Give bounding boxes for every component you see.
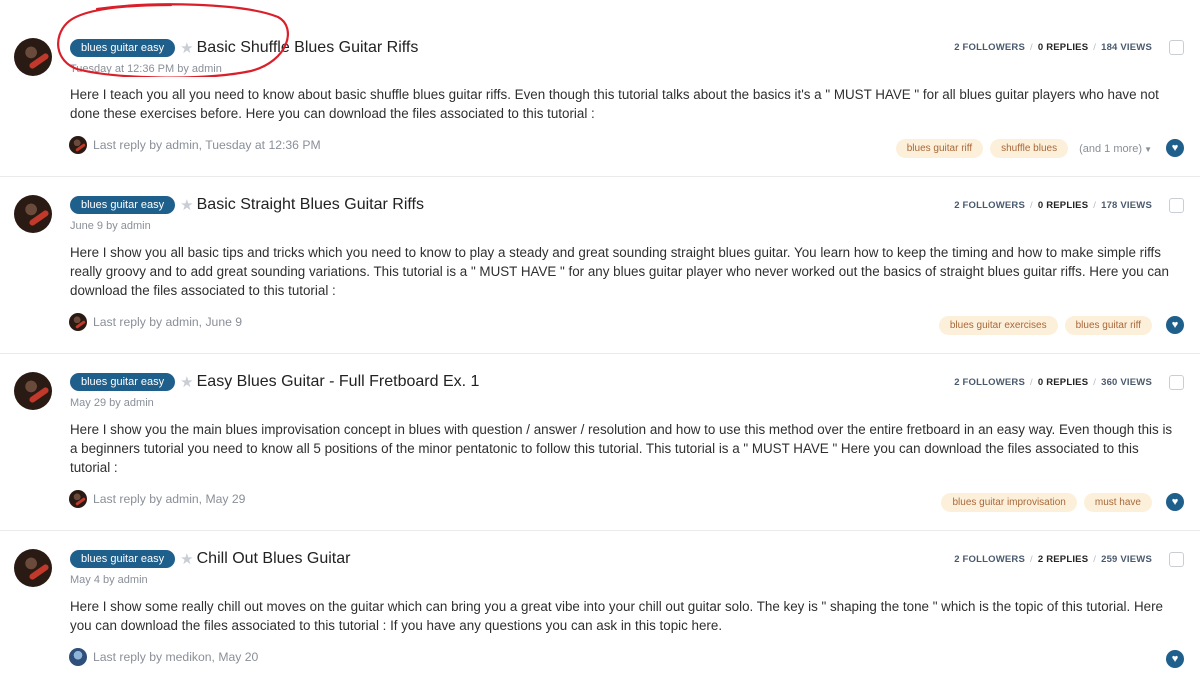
last-reply-text: Last reply by admin, Tuesday at 12:36 PM: [93, 138, 321, 152]
views-count: 259 VIEWS: [1101, 554, 1152, 565]
tag[interactable]: blues guitar exercises: [938, 316, 1058, 335]
select-checkbox[interactable]: [1169, 40, 1184, 55]
last-reply-text: Last reply by medikon, May 20: [93, 650, 259, 664]
tag-list: blues guitar riff shuffle blues (and 1 m…: [895, 139, 1152, 158]
topic-row: blues guitar easy ★ Basic Shuffle Blues …: [0, 0, 1200, 177]
topic-row: blues guitar easy ★ Chill Out Blues Guit…: [0, 531, 1200, 683]
topic-meta: May 4 by admin: [70, 574, 148, 586]
followers-count: 2 FOLLOWERS: [954, 377, 1026, 388]
topic-stats: 2 FOLLOWERS / 0 REPLIES / 178 VIEWS: [954, 200, 1152, 211]
tag-list: blues guitar improvisation must have: [941, 493, 1152, 512]
topic-excerpt: Here I teach you all you need to know ab…: [70, 87, 1159, 122]
stats-divider: /: [1093, 200, 1097, 211]
author-avatar[interactable]: [14, 38, 52, 76]
stats-divider: /: [1030, 200, 1033, 211]
last-reply[interactable]: Last reply by admin, May 29: [69, 490, 245, 508]
reply-avatar: [69, 648, 87, 666]
more-tags-text: (and 1 more): [1079, 142, 1143, 155]
last-reply-text: Last reply by admin, May 29: [93, 492, 246, 506]
author-avatar[interactable]: [14, 372, 52, 410]
views-count: 184 VIEWS: [1101, 42, 1152, 53]
star-icon: ★: [180, 197, 194, 214]
last-reply[interactable]: Last reply by admin, Tuesday at 12:36 PM: [69, 136, 321, 154]
star-icon: ★: [180, 374, 194, 391]
stats-divider: /: [1030, 42, 1033, 53]
tag-list: blues guitar exercises blues guitar riff: [938, 316, 1152, 335]
category-badge[interactable]: blues guitar easy: [70, 550, 176, 568]
last-reply-text: Last reply by admin, June 9: [93, 315, 243, 329]
stats-divider: /: [1093, 554, 1097, 565]
select-checkbox[interactable]: [1169, 552, 1184, 567]
topic-row: blues guitar easy ★ Basic Straight Blues…: [0, 177, 1200, 354]
followers-count: 2 FOLLOWERS: [954, 200, 1026, 211]
author-avatar[interactable]: [14, 195, 52, 233]
stats-divider: /: [1030, 377, 1033, 388]
author-avatar[interactable]: [14, 549, 52, 587]
topic-stats: 2 FOLLOWERS / 0 REPLIES / 184 VIEWS: [954, 42, 1152, 53]
reply-avatar: [69, 136, 87, 154]
views-count: 178 VIEWS: [1101, 200, 1152, 211]
replies-count: 0 REPLIES: [1037, 377, 1089, 388]
category-badge[interactable]: blues guitar easy: [70, 39, 176, 57]
tag[interactable]: shuffle blues: [990, 139, 1069, 158]
topic-meta: June 9 by admin: [70, 220, 151, 232]
select-checkbox[interactable]: [1169, 198, 1184, 213]
replies-count: 0 REPLIES: [1037, 200, 1089, 211]
stats-divider: /: [1030, 554, 1033, 565]
topic-header: blues guitar easy ★ Easy Blues Guitar - …: [70, 372, 479, 392]
tag[interactable]: blues guitar improvisation: [941, 493, 1077, 512]
topic-header: blues guitar easy ★ Basic Straight Blues…: [70, 195, 424, 215]
select-checkbox[interactable]: [1169, 375, 1184, 390]
topic-stats: 2 FOLLOWERS / 2 REPLIES / 259 VIEWS: [954, 554, 1152, 565]
topic-title[interactable]: Basic Straight Blues Guitar Riffs: [197, 196, 424, 214]
stats-divider: /: [1093, 42, 1097, 53]
topic-excerpt: Here I show some really chill out moves …: [70, 599, 1163, 634]
heart-icon[interactable]: ♥: [1166, 493, 1184, 511]
views-count: 360 VIEWS: [1101, 377, 1152, 388]
topic-meta: May 29 by admin: [70, 397, 154, 409]
followers-count: 2 FOLLOWERS: [954, 42, 1026, 53]
category-badge[interactable]: blues guitar easy: [70, 373, 176, 391]
reply-avatar: [69, 490, 87, 508]
last-reply[interactable]: Last reply by admin, June 9: [69, 313, 242, 331]
heart-icon[interactable]: ♥: [1166, 139, 1184, 157]
tag[interactable]: blues guitar riff: [895, 139, 984, 158]
replies-count: 2 REPLIES: [1037, 554, 1089, 565]
star-icon: ★: [180, 551, 194, 568]
more-tags-toggle[interactable]: (and 1 more) ▼: [1079, 143, 1152, 155]
heart-icon[interactable]: ♥: [1166, 316, 1184, 334]
topic-title[interactable]: Basic Shuffle Blues Guitar Riffs: [197, 39, 419, 57]
reply-avatar: [69, 313, 87, 331]
category-badge[interactable]: blues guitar easy: [70, 196, 176, 214]
topic-title[interactable]: Chill Out Blues Guitar: [197, 550, 351, 568]
tag[interactable]: blues guitar riff: [1064, 316, 1152, 335]
topic-row: blues guitar easy ★ Easy Blues Guitar - …: [0, 354, 1200, 531]
topic-stats: 2 FOLLOWERS / 0 REPLIES / 360 VIEWS: [954, 377, 1152, 388]
replies-count: 0 REPLIES: [1037, 42, 1089, 53]
topic-meta: Tuesday at 12:36 PM by admin: [70, 63, 222, 75]
stats-divider: /: [1093, 377, 1097, 388]
topic-header: blues guitar easy ★ Chill Out Blues Guit…: [70, 549, 350, 569]
last-reply[interactable]: Last reply by medikon, May 20: [69, 648, 258, 666]
topic-excerpt: Here I show you the main blues improvisa…: [70, 422, 1173, 476]
caret-down-icon: ▼: [1144, 144, 1152, 154]
topic-title[interactable]: Easy Blues Guitar - Full Fretboard Ex. 1: [197, 373, 480, 391]
followers-count: 2 FOLLOWERS: [954, 554, 1026, 565]
heart-icon[interactable]: ♥: [1166, 650, 1184, 668]
topic-header: blues guitar easy ★ Basic Shuffle Blues …: [70, 38, 418, 58]
topic-excerpt: Here I show you all basic tips and trick…: [70, 245, 1169, 299]
tag[interactable]: must have: [1083, 493, 1152, 512]
star-icon: ★: [180, 40, 194, 57]
